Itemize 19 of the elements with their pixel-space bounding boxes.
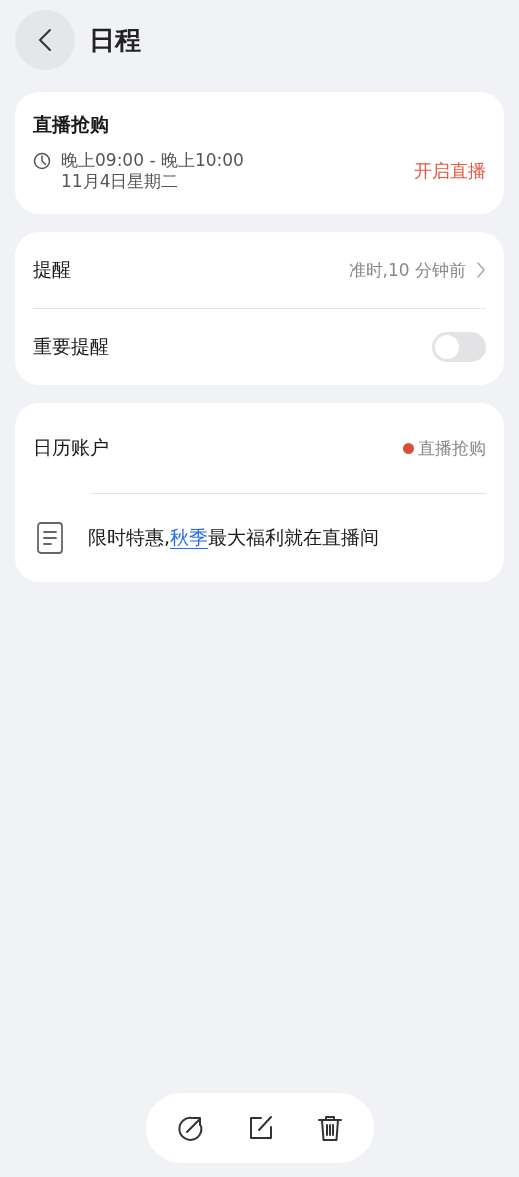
clock-icon [33, 152, 51, 170]
note-text: 限时特惠,秋季最大福利就在直播间 [88, 525, 380, 550]
back-icon [38, 28, 52, 52]
event-title: 直播抢购 [33, 112, 110, 137]
keyword-link[interactable]: 秋季 [170, 526, 209, 548]
chevron-icon [476, 261, 486, 279]
toggle-switch[interactable] [432, 332, 486, 362]
event-date: 11月4日星期二 [61, 171, 180, 192]
account-value: 直播抢购 [418, 436, 486, 460]
event-time: 晚上09:00 - 晚上10:00 [61, 150, 245, 171]
document-icon [36, 521, 64, 555]
setting-label: 重要提醒 [33, 334, 110, 359]
share-icon [175, 1114, 204, 1142]
setting-label: 提醒 [33, 257, 72, 282]
page-title: 日程 [89, 23, 141, 57]
start-live-button[interactable]: 开启直播 [414, 159, 486, 183]
setting-value[interactable]: 准时,10 分钟前 [348, 258, 466, 282]
account-label: 日历账户 [33, 435, 110, 460]
trash-icon [316, 1114, 343, 1142]
